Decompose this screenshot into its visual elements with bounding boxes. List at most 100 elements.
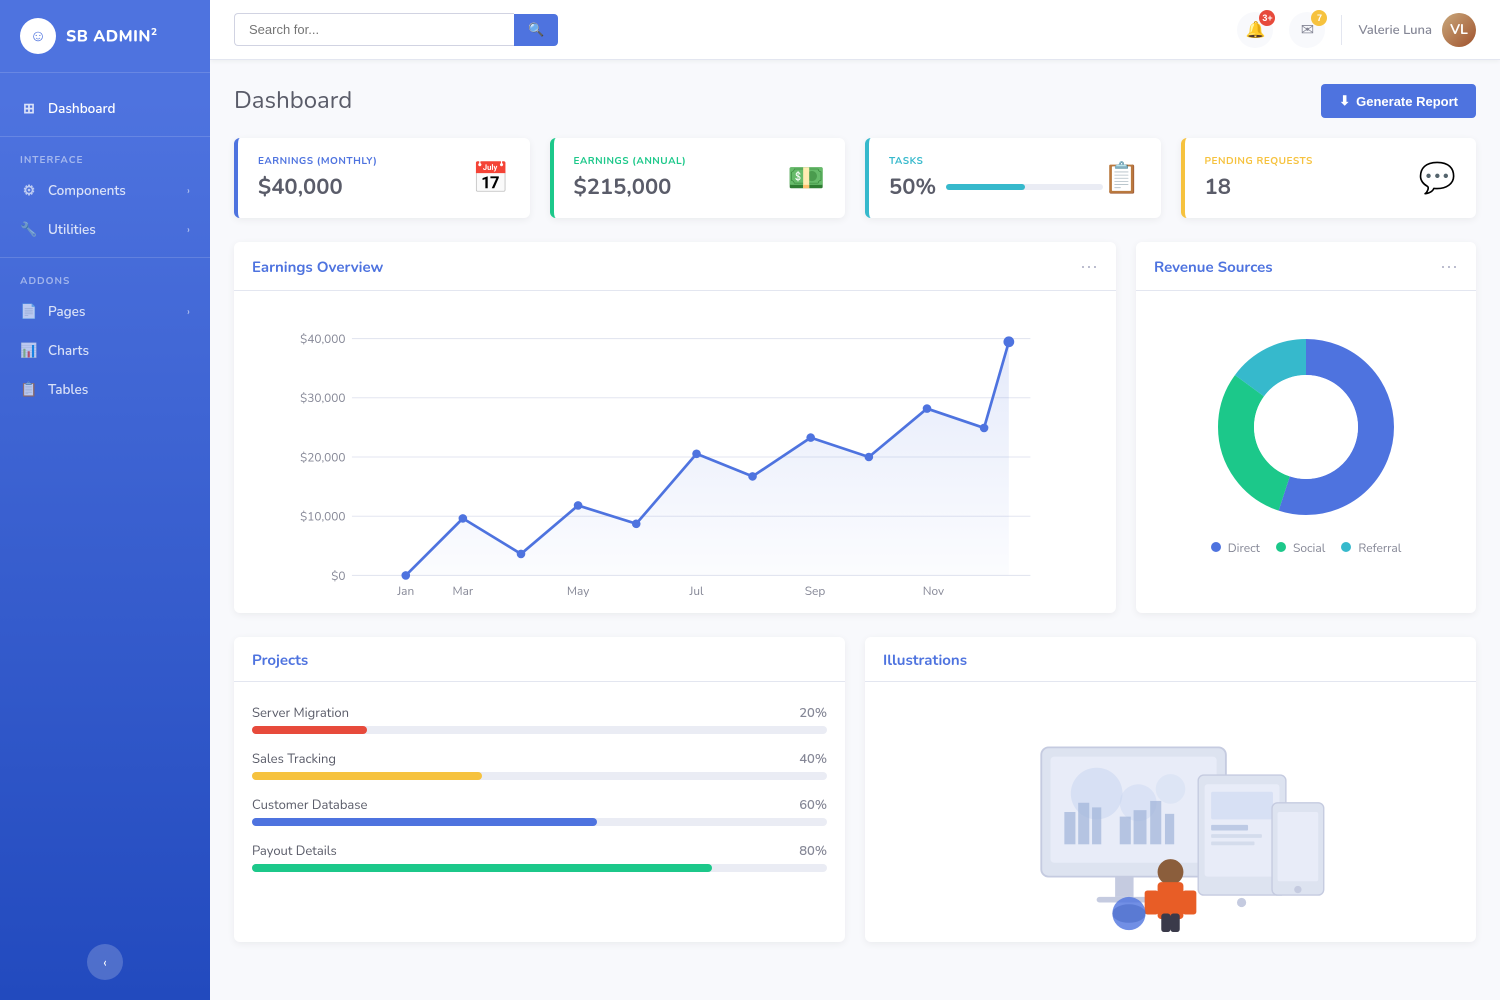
stat-label: EARNINGS (MONTHLY) — [258, 154, 377, 168]
sidebar-collapse-button[interactable]: ‹ — [87, 944, 123, 980]
earnings-line-chart: $0 $10,000 $20,000 $30,000 $40,000 Jan M… — [262, 317, 1088, 597]
svg-text:$30,000: $30,000 — [300, 391, 345, 407]
chart-point — [865, 453, 874, 462]
chat-icon: 💬 — [1419, 158, 1456, 199]
progress-fill — [252, 726, 367, 734]
chart-point — [401, 571, 410, 580]
svg-text:$20,000: $20,000 — [300, 450, 345, 466]
notifications-badge: 3+ — [1259, 10, 1275, 26]
user-info[interactable]: Valerie Luna VL — [1358, 13, 1476, 47]
card-header: Revenue Sources ⋯ — [1136, 242, 1476, 291]
progress-bar-bg — [252, 864, 827, 872]
chart-point — [632, 519, 641, 528]
projects-title: Projects — [252, 651, 308, 671]
line-chart-container: $0 $10,000 $20,000 $30,000 $40,000 Jan M… — [252, 307, 1098, 597]
chart-point — [980, 424, 989, 433]
progress-bar-bg — [252, 818, 827, 826]
stat-card-pending-requests: PENDING REQUESTS 18 💬 — [1181, 138, 1477, 218]
clipboard-icon: 📋 — [1103, 158, 1140, 199]
svg-text:Jul: Jul — [689, 584, 704, 597]
card-menu-icon[interactable]: ⋯ — [1440, 256, 1458, 280]
search-input[interactable] — [234, 13, 514, 46]
chevron-right-icon: › — [187, 183, 190, 198]
sidebar-item-tables[interactable]: 📋 Tables — [0, 370, 210, 409]
progress-bar-bg — [252, 772, 827, 780]
chart-point — [806, 433, 815, 442]
generate-report-button[interactable]: ⬇ Generate Report — [1321, 84, 1476, 118]
search-button[interactable]: 🔍 — [514, 14, 558, 46]
charts-icon: 📊 — [20, 341, 38, 360]
charts-row: Earnings Overview ⋯ $0 — [234, 242, 1476, 613]
nav-section-interface: INTERFACE — [0, 145, 210, 171]
legend-dot-social — [1276, 542, 1286, 552]
revenue-sources-card: Revenue Sources ⋯ — [1136, 242, 1476, 613]
nav-divider-2 — [0, 257, 210, 258]
illustrations-title: Illustrations — [883, 651, 967, 671]
legend-dot-direct — [1211, 542, 1221, 552]
donut-container: Direct Social Referral — [1154, 307, 1458, 577]
project-item-customer-database: Customer Database 60% — [252, 796, 827, 826]
topbar: 🔍 🔔 3+ ✉ 7 Valerie Luna VL — [210, 0, 1500, 60]
project-percent: 20% — [799, 704, 827, 722]
stat-value: $40,000 — [258, 172, 377, 202]
card-title: Earnings Overview — [252, 258, 383, 278]
svg-text:$10,000: $10,000 — [300, 510, 345, 526]
legend-dot-referral — [1341, 542, 1351, 552]
notifications-button[interactable]: 🔔 3+ — [1237, 12, 1273, 48]
search-icon: 🔍 — [528, 22, 544, 37]
brand-logo: ☺ — [20, 18, 56, 54]
chart-point — [923, 404, 932, 413]
illustrations-card: Illustrations — [865, 637, 1476, 942]
sidebar-item-label: Components — [48, 181, 126, 200]
svg-text:Sep: Sep — [805, 584, 826, 597]
stat-value: 18 — [1205, 172, 1313, 202]
stats-row: EARNINGS (MONTHLY) $40,000 📅 EARNINGS (A… — [234, 138, 1476, 218]
progress-fill — [252, 864, 712, 872]
sidebar-item-pages[interactable]: 📄 Pages › — [0, 292, 210, 331]
sidebar-item-charts[interactable]: 📊 Charts — [0, 331, 210, 370]
progress-fill — [252, 772, 482, 780]
svg-text:May: May — [567, 584, 589, 597]
sidebar-item-label: Utilities — [48, 220, 96, 239]
sidebar-item-utilities[interactable]: 🔧 Utilities › — [0, 210, 210, 249]
chevron-right-icon: › — [187, 304, 190, 319]
page-title: Dashboard — [234, 85, 352, 117]
card-header: Illustrations — [865, 637, 1476, 682]
page-header: Dashboard ⬇ Generate Report — [234, 84, 1476, 118]
chart-point — [574, 501, 583, 510]
stat-card-earnings-monthly: EARNINGS (MONTHLY) $40,000 📅 — [234, 138, 530, 218]
svg-text:Nov: Nov — [923, 584, 944, 597]
stat-label: EARNINGS (ANNUAL) — [574, 154, 687, 168]
progress-fill — [946, 184, 1024, 190]
sidebar-item-label: Charts — [48, 341, 89, 360]
pages-icon: 📄 — [20, 302, 38, 321]
dashboard-icon: ⊞ — [20, 99, 38, 118]
utilities-icon: 🔧 — [20, 220, 38, 239]
stat-card-content: EARNINGS (ANNUAL) $215,000 — [574, 154, 687, 202]
sidebar-item-components[interactable]: ⚙ Components › — [0, 171, 210, 210]
stat-card-content: EARNINGS (MONTHLY) $40,000 — [258, 154, 377, 202]
svg-text:Jan: Jan — [396, 584, 414, 597]
project-name: Customer Database — [252, 796, 367, 814]
card-menu-icon[interactable]: ⋯ — [1080, 256, 1098, 280]
sidebar-nav: ⊞ Dashboard INTERFACE ⚙ Components › 🔧 U… — [0, 73, 210, 934]
sidebar-brand[interactable]: ☺ SB ADMIN2 — [0, 0, 210, 73]
project-percent: 40% — [799, 750, 827, 768]
messages-button[interactable]: ✉ 7 — [1289, 12, 1325, 48]
project-item-sales-tracking: Sales Tracking 40% — [252, 750, 827, 780]
download-icon: ⬇ — [1339, 93, 1350, 109]
project-item-payout-details: Payout Details 80% — [252, 842, 827, 872]
card-title: Revenue Sources — [1154, 258, 1273, 278]
chart-point — [748, 472, 757, 481]
project-name: Server Migration — [252, 704, 349, 722]
nav-section-addons: ADDONS — [0, 266, 210, 292]
projects-list: Server Migration 20% Sales Tracking 40% — [252, 698, 827, 894]
chart-point — [1003, 336, 1014, 347]
stat-card-earnings-annual: EARNINGS (ANNUAL) $215,000 💵 — [550, 138, 846, 218]
topbar-right: 🔔 3+ ✉ 7 Valerie Luna VL — [1237, 12, 1476, 48]
project-item-server-migration: Server Migration 20% — [252, 704, 827, 734]
stat-card-content: TASKS 50% — [889, 154, 1103, 202]
card-header: Projects — [234, 637, 845, 682]
sidebar-item-dashboard[interactable]: ⊞ Dashboard — [0, 89, 210, 128]
sidebar-item-label: Pages — [48, 302, 85, 321]
